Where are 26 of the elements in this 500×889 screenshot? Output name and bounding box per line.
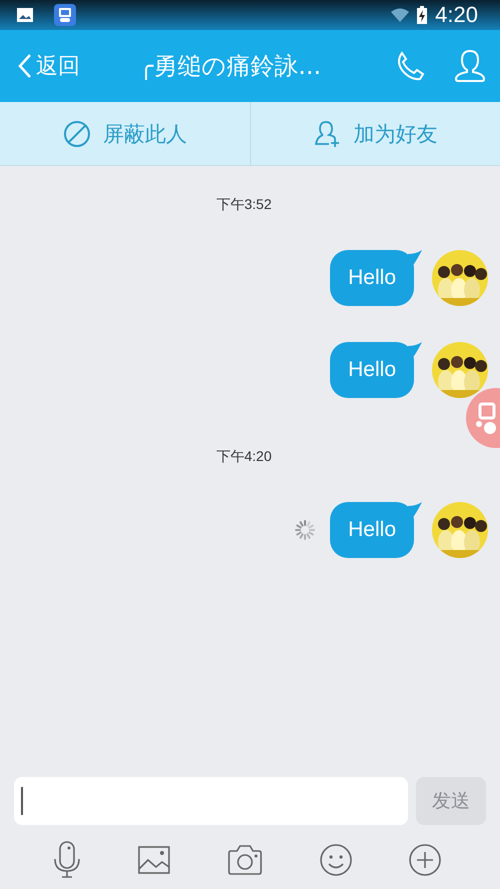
timestamp: 下午4:20 bbox=[216, 448, 272, 466]
back-button[interactable]: 返回 bbox=[14, 47, 84, 85]
battery-icon bbox=[417, 6, 428, 24]
image-icon bbox=[16, 7, 34, 23]
chat-title: ╭勇缒の痛鈴詠... bbox=[138, 51, 322, 82]
add-friend-icon bbox=[313, 120, 342, 148]
action-button[interactable]: 加为好友 bbox=[250, 102, 500, 165]
message-input[interactable] bbox=[14, 777, 408, 825]
robot-icon bbox=[54, 4, 76, 26]
block-icon bbox=[62, 120, 91, 148]
status-time: 4:20 bbox=[435, 2, 478, 28]
message-bubble: Hello bbox=[330, 250, 414, 306]
bubble-tail bbox=[408, 502, 422, 516]
image-icon[interactable] bbox=[137, 845, 172, 875]
emoji-icon[interactable] bbox=[318, 843, 353, 877]
plus-icon[interactable] bbox=[408, 843, 442, 877]
message-bubble: Hello bbox=[330, 502, 414, 558]
message-bubble: Hello bbox=[330, 342, 414, 398]
camera-icon[interactable] bbox=[226, 844, 263, 876]
wifi-icon bbox=[391, 8, 410, 22]
timestamp: 下午3:52 bbox=[216, 196, 272, 214]
microphone-icon[interactable] bbox=[52, 841, 82, 879]
profile-icon[interactable] bbox=[454, 49, 486, 83]
bubble-tail bbox=[408, 250, 422, 264]
action-button[interactable]: 屏蔽此人 bbox=[0, 102, 250, 165]
bubble-tail bbox=[408, 342, 422, 356]
